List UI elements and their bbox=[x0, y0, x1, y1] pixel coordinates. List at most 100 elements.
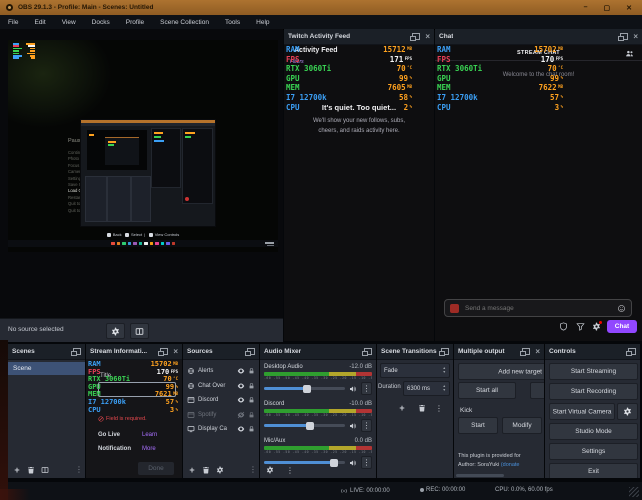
popout-icon[interactable] bbox=[364, 348, 372, 355]
source-row-display-capture[interactable]: Display Ca bbox=[187, 423, 255, 435]
chat-settings-icon[interactable] bbox=[592, 322, 601, 331]
popout-icon[interactable] bbox=[73, 348, 81, 355]
scene-filters-button[interactable] bbox=[38, 464, 52, 476]
popout-icon[interactable] bbox=[160, 348, 168, 355]
eye-icon[interactable] bbox=[237, 396, 245, 404]
start-recording-button[interactable]: Start Recording bbox=[549, 383, 638, 400]
popout-icon[interactable] bbox=[441, 348, 449, 355]
channel-menu-button[interactable]: ⋮ bbox=[361, 419, 372, 432]
lock-icon[interactable] bbox=[248, 367, 255, 375]
mixer-menu-icon[interactable]: ⋮ bbox=[286, 466, 294, 475]
source-properties-button[interactable] bbox=[213, 464, 227, 476]
menu-help[interactable]: Help bbox=[248, 19, 277, 26]
volume-slider[interactable] bbox=[264, 424, 345, 427]
chat-message-input[interactable] bbox=[463, 304, 617, 313]
eye-icon[interactable] bbox=[237, 367, 245, 375]
horizontal-scrollbar[interactable] bbox=[456, 474, 504, 477]
controls-dock-header[interactable]: Controls bbox=[545, 344, 640, 360]
popout-icon[interactable] bbox=[522, 348, 530, 355]
stream-info-dock-header[interactable]: Stream Informati... × bbox=[86, 344, 182, 360]
popout-icon[interactable] bbox=[620, 33, 628, 40]
menu-scene-collection[interactable]: Scene Collection bbox=[152, 19, 217, 26]
spinner-arrows-icon[interactable]: ▲▼ bbox=[443, 385, 446, 392]
lock-icon[interactable] bbox=[248, 396, 255, 404]
audio-mixer-dock-header[interactable]: Audio Mixer bbox=[260, 344, 376, 360]
menu-edit[interactable]: Edit bbox=[26, 19, 53, 26]
chat-input-box[interactable] bbox=[444, 299, 632, 317]
scenes-menu-icon[interactable]: ⋮ bbox=[75, 465, 83, 474]
source-row-discord[interactable]: Discord bbox=[187, 394, 255, 406]
maximize-button[interactable]: ▢ bbox=[604, 4, 611, 12]
resize-grip[interactable] bbox=[629, 487, 639, 497]
channel-menu-button[interactable]: ⋮ bbox=[361, 382, 372, 395]
add-new-target-button[interactable]: Add new target bbox=[458, 363, 544, 380]
close-icon[interactable]: × bbox=[633, 34, 638, 39]
lock-icon[interactable] bbox=[248, 382, 255, 390]
close-icon[interactable]: × bbox=[173, 349, 178, 354]
activity-feed-dock-header[interactable]: Twitch Activity Feed × bbox=[284, 29, 434, 45]
source-row-spotify[interactable]: Spotify bbox=[187, 409, 255, 421]
target-start-button[interactable]: Start bbox=[458, 417, 498, 434]
spinner-arrows-icon[interactable]: ▲▼ bbox=[443, 367, 446, 374]
remove-source-button[interactable] bbox=[199, 464, 213, 476]
stop-all-button[interactable] bbox=[530, 382, 544, 399]
popout-icon[interactable] bbox=[247, 348, 255, 355]
volume-slider[interactable] bbox=[264, 387, 345, 390]
close-button[interactable]: ✕ bbox=[626, 4, 632, 12]
source-row-alerts[interactable]: Alerts bbox=[187, 365, 255, 377]
speaker-icon[interactable] bbox=[349, 385, 357, 393]
start-all-button[interactable]: Start all bbox=[458, 382, 516, 399]
emote-picker-icon[interactable] bbox=[617, 304, 626, 313]
sources-dock-header[interactable]: Sources bbox=[183, 344, 259, 360]
chat-filter-icon[interactable] bbox=[576, 322, 585, 331]
menu-profile[interactable]: Profile bbox=[118, 19, 152, 26]
add-source-button[interactable]: + bbox=[185, 464, 199, 476]
mod-tools-icon[interactable] bbox=[559, 322, 568, 331]
menu-tools[interactable]: Tools bbox=[217, 19, 248, 26]
sources-menu-icon[interactable]: ⋮ bbox=[249, 465, 257, 474]
stream-title-input[interactable] bbox=[98, 382, 176, 397]
add-scene-button[interactable]: + bbox=[10, 464, 24, 476]
exit-button[interactable]: Exit bbox=[549, 463, 638, 478]
eye-icon[interactable] bbox=[237, 425, 245, 433]
virtual-camera-config-button[interactable] bbox=[617, 403, 638, 420]
source-filters-button[interactable] bbox=[130, 323, 149, 339]
remove-transition-button[interactable] bbox=[415, 402, 429, 414]
source-row-chat-overlay[interactable]: Chat Over bbox=[187, 380, 255, 392]
minimize-button[interactable]: – bbox=[584, 4, 588, 12]
add-transition-button[interactable]: + bbox=[395, 402, 409, 414]
duration-spinbox[interactable]: 6300 ms ▲▼ bbox=[403, 381, 450, 396]
transition-select[interactable]: Fade ▲▼ bbox=[380, 363, 450, 378]
lock-icon[interactable] bbox=[248, 425, 255, 433]
filters-link[interactable]: Filters bbox=[290, 59, 304, 65]
speaker-icon[interactable] bbox=[349, 422, 357, 430]
chat-send-button[interactable]: Chat bbox=[607, 320, 637, 333]
eye-off-icon[interactable] bbox=[237, 411, 245, 419]
close-icon[interactable]: × bbox=[425, 34, 430, 39]
remove-scene-button[interactable] bbox=[24, 464, 38, 476]
more-link[interactable]: More bbox=[142, 446, 156, 452]
popout-icon[interactable] bbox=[412, 33, 420, 40]
menu-docks[interactable]: Docks bbox=[84, 19, 118, 26]
eye-icon[interactable] bbox=[237, 382, 245, 390]
lock-icon[interactable] bbox=[248, 411, 255, 419]
source-properties-button[interactable] bbox=[106, 323, 125, 339]
advanced-audio-icon[interactable] bbox=[266, 466, 274, 474]
start-streaming-button[interactable]: Start Streaming bbox=[549, 363, 638, 380]
viewer-list-icon[interactable] bbox=[625, 49, 634, 58]
close-icon[interactable]: × bbox=[535, 349, 540, 354]
menu-view[interactable]: View bbox=[54, 19, 84, 26]
transition-properties-icon[interactable]: ⋮ bbox=[435, 404, 443, 413]
studio-mode-button[interactable]: Studio Mode bbox=[549, 423, 638, 440]
learn-link[interactable]: Learn bbox=[142, 432, 157, 438]
multi-output-dock-header[interactable]: Multiple output × bbox=[454, 344, 544, 360]
donate-link[interactable]: (donate bbox=[501, 462, 520, 468]
scene-preview[interactable]: Paused Continue Photo Mode Focus Camera … bbox=[8, 40, 278, 252]
start-virtual-camera-button[interactable]: Start Virtual Camera bbox=[549, 403, 615, 420]
transitions-dock-header[interactable]: Scene Transitions bbox=[377, 344, 453, 360]
settings-button[interactable]: Settings bbox=[549, 443, 638, 460]
menu-file[interactable]: File bbox=[0, 19, 26, 26]
scenes-dock-header[interactable]: Scenes bbox=[8, 344, 85, 360]
target-modify-button[interactable]: Modify bbox=[502, 417, 542, 434]
popout-icon[interactable] bbox=[628, 348, 636, 355]
